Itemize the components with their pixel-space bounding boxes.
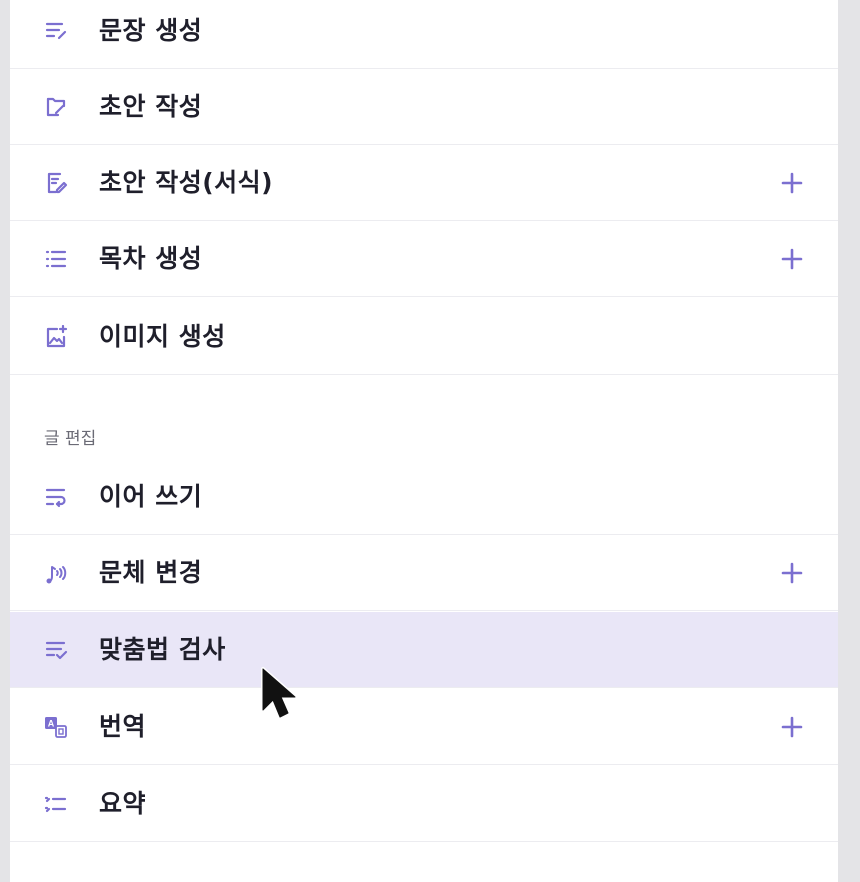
menu-item-draft-write[interactable]: 초안 작성 [10, 69, 838, 145]
menu-item-label: 문체 변경 [99, 558, 203, 587]
draft-folder-icon [44, 95, 68, 119]
mouse-pointer-icon [259, 666, 303, 726]
plus-icon [781, 562, 803, 583]
document-edit-icon [44, 171, 68, 195]
spellcheck-icon [44, 638, 68, 662]
menu-item-toc-generate[interactable]: 목차 생성 [10, 221, 838, 297]
menu-panel: 문장 생성 초안 작성 초안 작성(서식) 목차 생성 이미지 생성 글 편집 … [10, 0, 838, 882]
menu-item-continue-writing[interactable]: 이어 쓰기 [10, 459, 838, 535]
menu-item-label: 번역 [99, 712, 147, 741]
menu-item-label: 맞춤법 검사 [99, 635, 226, 664]
sentence-lines-icon [44, 19, 68, 43]
menu-item-label: 이미지 생성 [99, 322, 226, 351]
wrap-text-icon [44, 485, 68, 509]
plus-icon [781, 172, 803, 193]
add-style-button[interactable] [778, 559, 806, 587]
menu-item-label: 문장 생성 [99, 16, 203, 45]
menu-item-label: 목차 생성 [99, 244, 203, 273]
section-title-text-edit: 글 편집 [44, 429, 97, 449]
add-translate-button[interactable] [778, 713, 806, 741]
menu-item-style-change[interactable]: 문체 변경 [10, 535, 838, 611]
svg-text:A: A [48, 718, 55, 728]
translate-icon: A [44, 715, 68, 739]
menu-item-image-generate[interactable]: 이미지 생성 [10, 299, 838, 375]
menu-item-label: 이어 쓰기 [99, 482, 203, 511]
menu-item-label: 요약 [99, 789, 147, 818]
menu-item-label: 초안 작성 [99, 92, 203, 121]
menu-item-draft-write-format[interactable]: 초안 작성(서식) [10, 145, 838, 221]
list-icon [44, 247, 68, 271]
menu-item-spellcheck[interactable]: 맞춤법 검사 [10, 612, 838, 688]
plus-icon [781, 716, 803, 737]
image-add-icon [44, 324, 68, 349]
style-change-icon [44, 561, 68, 585]
menu-item-sentence-generate[interactable]: 문장 생성 [10, 0, 838, 69]
add-format-button[interactable] [778, 169, 806, 197]
menu-item-summary[interactable]: 요약 [10, 766, 838, 842]
summary-list-icon [44, 792, 68, 816]
plus-icon [781, 248, 803, 269]
add-toc-button[interactable] [778, 245, 806, 273]
menu-item-translate[interactable]: A 번역 [10, 689, 838, 765]
menu-item-label: 초안 작성(서식) [99, 168, 274, 197]
